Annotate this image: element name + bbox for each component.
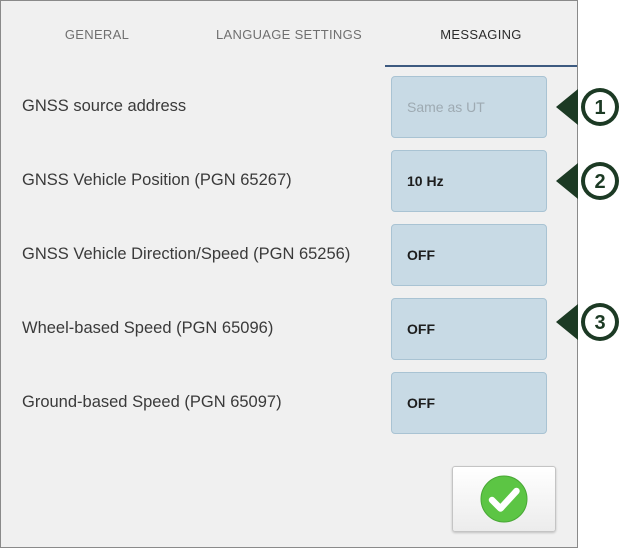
wheel-based-speed-field[interactable]: OFF xyxy=(391,298,547,360)
callout-1-number: 1 xyxy=(594,97,605,119)
wheel-based-speed-label: Wheel-based Speed (PGN 65096) xyxy=(22,319,274,337)
tab-bar: GENERAL LANGUAGE SETTINGS MESSAGING xyxy=(1,1,577,67)
callout-1-arrow-icon: 1 xyxy=(556,88,619,126)
active-tab-indicator xyxy=(385,65,577,67)
gnss-direction-speed-label: GNSS Vehicle Direction/Speed (PGN 65256) xyxy=(22,245,351,263)
confirm-button[interactable] xyxy=(452,466,556,532)
tab-messaging[interactable]: MESSAGING xyxy=(385,1,577,67)
gnss-source-address-field: Same as UT xyxy=(391,76,547,138)
tab-general[interactable]: GENERAL xyxy=(1,1,193,67)
gnss-source-address-label: GNSS source address xyxy=(22,97,187,115)
callout-3-arrow-icon: 3 xyxy=(556,303,619,341)
callout-2-number: 2 xyxy=(594,171,605,193)
gnss-vehicle-position-field[interactable]: 10 Hz xyxy=(391,150,547,212)
ground-based-speed-field[interactable]: OFF xyxy=(391,372,547,434)
checkmark-icon xyxy=(480,475,528,523)
tab-language-settings[interactable]: LANGUAGE SETTINGS xyxy=(193,1,385,67)
callout-2-arrow-icon: 2 xyxy=(556,162,619,200)
gnss-direction-speed-field[interactable]: OFF xyxy=(391,224,547,286)
callout-3-number: 3 xyxy=(594,312,605,334)
settings-panel: GENERAL LANGUAGE SETTINGS MESSAGING GNSS… xyxy=(0,0,578,548)
gnss-vehicle-position-label: GNSS Vehicle Position (PGN 65267) xyxy=(22,171,292,189)
ground-based-speed-label: Ground-based Speed (PGN 65097) xyxy=(22,393,282,411)
